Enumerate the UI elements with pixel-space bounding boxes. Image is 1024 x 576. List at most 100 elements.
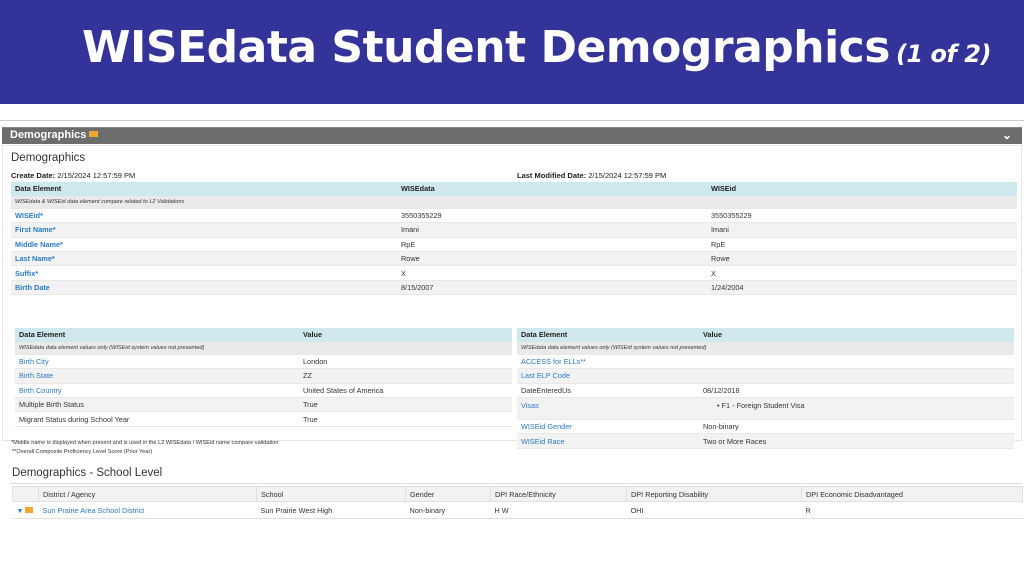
table-row: ▼ Sun Prairie Area School District Sun P… <box>12 501 1023 519</box>
col-wisedata: WISEdata <box>397 182 707 197</box>
table-row: Birth City London <box>15 354 512 370</box>
birth-state-link[interactable]: Birth State <box>15 368 299 384</box>
wiseid-race-link[interactable]: WISEid Race <box>517 433 699 449</box>
last-elp-code-link[interactable]: Last ELP Code <box>517 368 699 384</box>
table-row: Migrant Status during School Year True <box>15 411 512 427</box>
cell: Migrant Status during School Year <box>15 411 299 427</box>
cell: ZZ <box>299 368 512 384</box>
table-row: WISEid* 3550355229 3550355229 <box>11 208 1017 224</box>
table-row: Birth State ZZ <box>15 368 512 384</box>
divider <box>10 483 1022 484</box>
col-race: DPI Race/Ethnicity <box>490 486 627 502</box>
last-name-link[interactable]: Last Name* <box>11 251 397 267</box>
school-level-title: Demographics - School Level <box>12 467 163 479</box>
title-banner: WISEdata Student Demographics (1 of 2) <box>0 0 1024 104</box>
expand-triangle-icon[interactable]: ▼ <box>17 508 24 515</box>
mail-icon <box>89 131 99 137</box>
cell: 3550355229 <box>707 208 1017 224</box>
demographics-panel-body: Demographics Create Date: 2/15/2024 12:5… <box>2 145 1022 449</box>
screenshot-area: Demographics ⌄ Demographics Create Date:… <box>0 120 1024 576</box>
cell: RpE <box>707 237 1017 253</box>
cell: 1/24/2004 <box>707 280 1017 296</box>
visa-value: • F1 - Foreign Student Visa <box>717 401 805 411</box>
create-date: Create Date: 2/15/2024 12:57:59 PM <box>11 171 135 180</box>
table-row: Multiple Birth Status True <box>15 397 512 413</box>
row-controls: ▼ <box>12 501 39 519</box>
chevron-down-icon[interactable]: ⌄ <box>1002 128 1012 142</box>
slide-subtitle: (1 of 2) <box>895 40 991 68</box>
create-date-value: 2/15/2024 12:57:59 PM <box>57 171 136 180</box>
table-row: Visas • F1 - Foreign Student Visa <box>517 397 1014 421</box>
cell: Imani <box>397 222 707 238</box>
table-note: WISEdata data element values only (WISEi… <box>517 342 1014 355</box>
wiseid-gender-link[interactable]: WISEid Gender <box>517 419 699 435</box>
cell: Non-binary <box>699 419 1014 435</box>
cell: Non-binary <box>405 501 491 519</box>
table-row: WISEid Race Two or More Races <box>517 433 1014 449</box>
col-expand <box>12 486 39 502</box>
table-row: DateEnteredUs 08/12/2018 <box>517 383 1014 399</box>
create-date-label: Create Date: <box>11 171 56 180</box>
col-value: Value <box>699 328 1014 343</box>
modified-date: Last Modified Date: 2/15/2024 12:57:59 P… <box>517 171 666 180</box>
cell <box>699 368 1014 384</box>
cell <box>699 354 1014 370</box>
col-data-element: Data Element <box>517 328 699 343</box>
first-name-link[interactable]: First Name* <box>11 222 397 238</box>
cell: Rowe <box>707 251 1017 267</box>
col-school: School <box>256 486 406 502</box>
cell: X <box>707 265 1017 281</box>
slide-title: WISEdata Student Demographics (1 of 2) <box>82 22 991 73</box>
cell: X <box>397 265 707 281</box>
demographics-panel-header[interactable]: Demographics ⌄ <box>2 127 1022 144</box>
wiseid-link[interactable]: WISEid* <box>11 208 397 224</box>
panel-title: Demographics <box>10 129 99 141</box>
wisedata-values-table-right: Data Element Value WISEdata data element… <box>517 328 1014 449</box>
table-row: Birth Date 8/15/2007 1/24/2004 <box>11 280 1017 296</box>
mail-icon[interactable] <box>25 506 34 513</box>
table-row: First Name* Imani Imani <box>11 222 1017 238</box>
table-row: WISEid Gender Non-binary <box>517 419 1014 435</box>
cell: 3550355229 <box>397 208 707 224</box>
cell: DateEnteredUs <box>517 383 699 399</box>
cell: Rowe <box>397 251 707 267</box>
panel-title-text: Demographics <box>10 129 87 141</box>
cell: Two or More Races <box>699 433 1014 449</box>
access-for-ells-link[interactable]: ACCESS for ELLs** <box>517 354 699 370</box>
birth-city-link[interactable]: Birth City <box>15 354 299 370</box>
school-level-table: District / Agency School Gender DPI Race… <box>12 486 1023 519</box>
cell: Sun Prairie West High <box>256 501 406 519</box>
table-row: Middle Name* RpE RpE <box>11 237 1017 253</box>
cell: United States of America <box>299 383 512 399</box>
suffix-link[interactable]: Suffix* <box>11 265 397 281</box>
cell: R <box>801 501 1023 519</box>
modified-date-label: Last Modified Date: <box>517 171 587 180</box>
cell: London <box>299 354 512 370</box>
cell: True <box>299 411 512 427</box>
middle-name-link[interactable]: Middle Name* <box>11 237 397 253</box>
table-note: WISEdata data element values only (WISEi… <box>15 342 512 355</box>
cell: OHI <box>626 501 802 519</box>
modified-date-value: 2/15/2024 12:57:59 PM <box>588 171 667 180</box>
table-row: Birth Country United States of America <box>15 383 512 399</box>
visas-link[interactable]: Visas <box>517 397 699 421</box>
birth-country-link[interactable]: Birth Country <box>15 383 299 399</box>
table-row: Last Name* Rowe Rowe <box>11 251 1017 267</box>
cell: Multiple Birth Status <box>15 397 299 413</box>
col-gender: Gender <box>405 486 491 502</box>
cell: True <box>299 397 512 413</box>
district-link[interactable]: Sun Prairie Area School District <box>38 501 257 519</box>
compare-table: Data Element WISEdata WISEid WISEdata & … <box>11 182 1017 296</box>
table-row: ACCESS for ELLs** <box>517 354 1014 370</box>
birth-date-link[interactable]: Birth Date <box>11 280 397 296</box>
cell: H W <box>490 501 627 519</box>
slide-title-text: WISEdata Student Demographics <box>82 22 890 73</box>
table-note: WISEdata & WISEid data element compare r… <box>11 196 1017 209</box>
col-value: Value <box>299 328 512 343</box>
table-row: Suffix* X X <box>11 265 1017 281</box>
cell: RpE <box>397 237 707 253</box>
cell: 08/12/2018 <box>699 383 1014 399</box>
col-district: District / Agency <box>38 486 257 502</box>
table-row: Last ELP Code <box>517 368 1014 384</box>
wisedata-values-table-left: Data Element Value WISEdata data element… <box>15 328 512 427</box>
